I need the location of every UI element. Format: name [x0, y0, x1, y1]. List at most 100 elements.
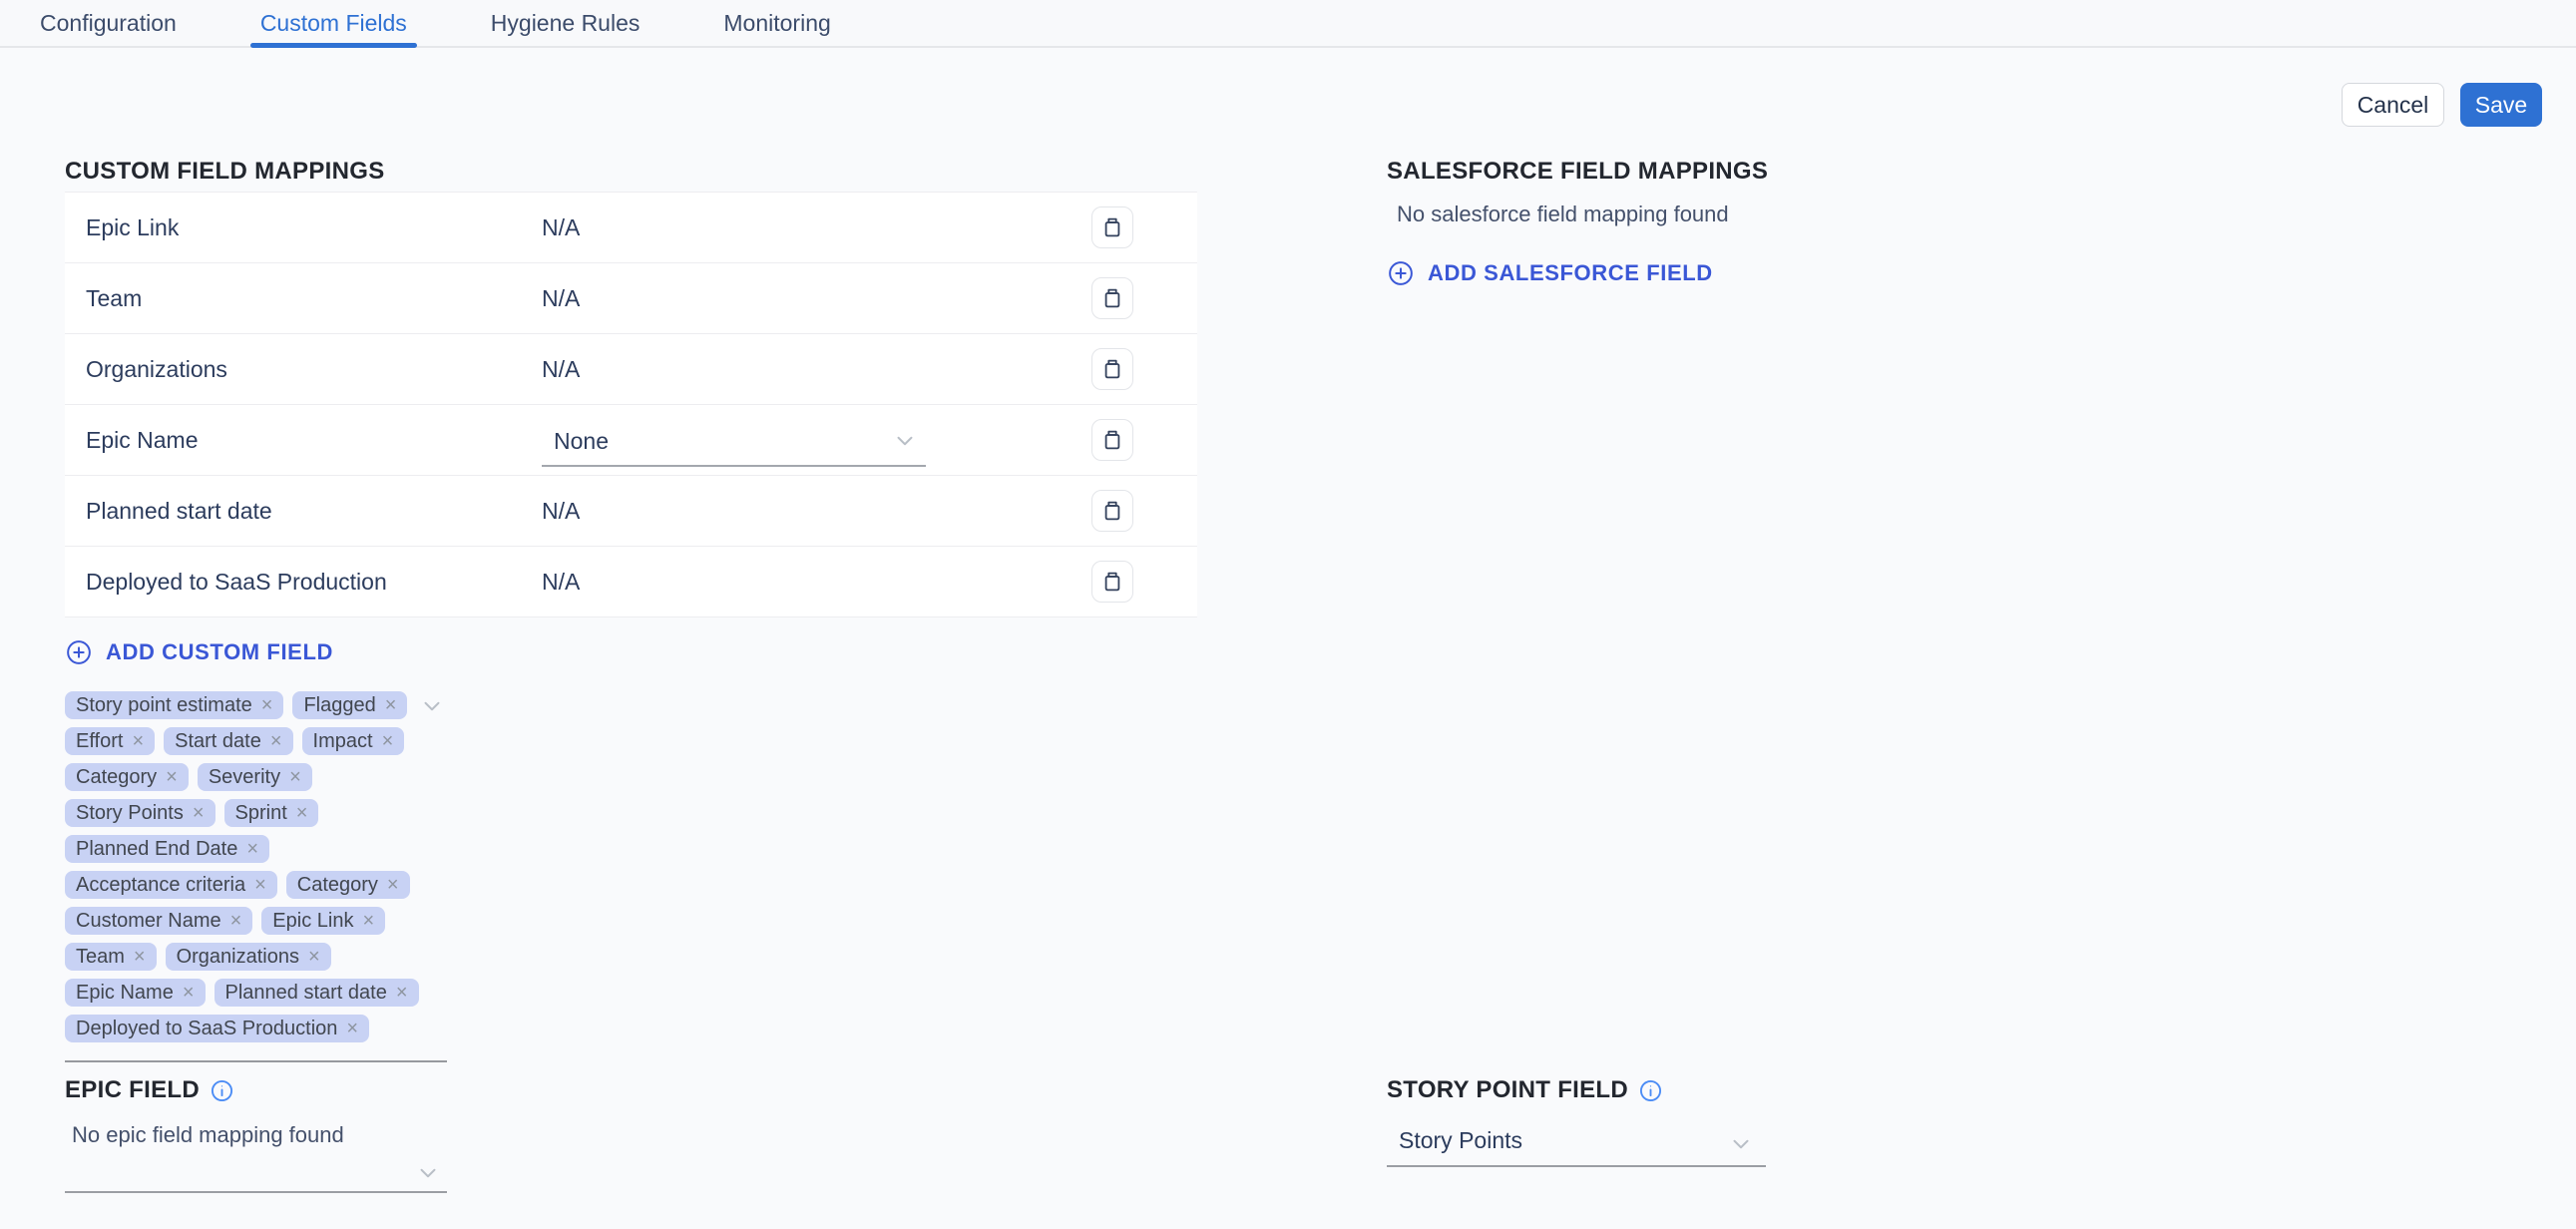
custom-field-chip[interactable]: Planned start date×: [215, 979, 419, 1007]
info-icon[interactable]: [1638, 1078, 1663, 1103]
chip-remove-icon[interactable]: ×: [385, 695, 397, 715]
custom-field-chip[interactable]: Customer Name ×: [65, 907, 252, 935]
mapping-field-label: Deployed to SaaS Production: [86, 569, 542, 596]
story-point-field-select-value: Story Points: [1399, 1127, 1766, 1154]
delete-mapping-button[interactable]: [1091, 206, 1133, 248]
custom-field-mapping-row: Epic LinkN/A: [65, 193, 1197, 263]
custom-field-chip[interactable]: Story point estimate ×: [65, 691, 283, 719]
chip-row: Customer Name×Epic Link×: [65, 907, 447, 935]
chip-remove-icon[interactable]: ×: [387, 875, 399, 895]
custom-field-mapping-row: Deployed to SaaS ProductionN/A: [65, 547, 1197, 617]
custom-field-chip[interactable]: Sprint×: [224, 799, 319, 827]
mapping-value-select[interactable]: None: [542, 417, 926, 467]
story-point-field-title: STORY POINT FIELD: [1387, 1075, 1628, 1105]
salesforce-field-mappings-title: SALESFORCE FIELD MAPPINGS: [1387, 157, 2394, 187]
delete-mapping-button[interactable]: [1091, 490, 1133, 532]
chip-remove-icon[interactable]: ×: [166, 767, 178, 787]
epic-field-title: EPIC FIELD: [65, 1075, 200, 1105]
chip-remove-icon[interactable]: ×: [270, 731, 282, 751]
custom-field-chip[interactable]: Planned End Date×: [65, 835, 269, 863]
chip-remove-icon[interactable]: ×: [261, 695, 273, 715]
trash-icon: [1100, 570, 1124, 594]
tab-monitoring[interactable]: Monitoring: [723, 0, 830, 46]
delete-mapping-button[interactable]: [1091, 348, 1133, 390]
chip-remove-icon[interactable]: ×: [193, 803, 205, 823]
mapping-value-text: N/A: [542, 569, 580, 596]
add-salesforce-field-button[interactable]: ADD SALESFORCE FIELD: [1387, 258, 1713, 288]
chip-remove-icon[interactable]: ×: [382, 731, 394, 751]
chip-label: Category: [297, 874, 378, 897]
chip-row: Epic Name× Planned start date×: [65, 979, 447, 1007]
chip-label: Team: [76, 946, 125, 969]
custom-field-chip[interactable]: Impact×: [302, 727, 405, 755]
mapping-field-label: Planned start date: [86, 498, 542, 525]
plus-circle-icon: [1387, 259, 1415, 287]
add-custom-field-button[interactable]: ADD CUSTOM FIELD: [65, 637, 333, 667]
chip-label: Story point estimate: [76, 694, 252, 717]
custom-field-chip[interactable]: Severity×: [198, 763, 312, 791]
tab-custom-fields[interactable]: Custom Fields: [260, 0, 407, 46]
chip-row: Deployed to SaaS Production×: [65, 1015, 447, 1042]
chip-remove-icon[interactable]: ×: [289, 767, 301, 787]
chip-label: Category: [76, 766, 157, 789]
story-point-field-section: STORY POINT FIELD Story Points: [1387, 1075, 1766, 1167]
custom-field-chip[interactable]: Team ×: [65, 943, 157, 971]
chip-remove-icon[interactable]: ×: [183, 983, 195, 1003]
chip-remove-icon[interactable]: ×: [134, 947, 146, 967]
custom-field-mapping-row: OrganizationsN/A: [65, 334, 1197, 405]
trash-icon: [1100, 357, 1124, 381]
action-bar: Cancel Save: [2342, 83, 2542, 127]
mapping-field-label: Team: [86, 285, 542, 312]
chip-remove-icon[interactable]: ×: [246, 839, 258, 859]
plus-circle-icon: [65, 638, 93, 666]
mapping-field-label: Organizations: [86, 356, 542, 383]
story-point-field-select[interactable]: Story Points: [1387, 1115, 1766, 1167]
cancel-button[interactable]: Cancel: [2342, 83, 2444, 127]
chip-remove-icon[interactable]: ×: [296, 803, 308, 823]
chip-label: Organizations: [177, 946, 299, 969]
custom-field-chip[interactable]: Deployed to SaaS Production×: [65, 1015, 369, 1042]
chip-label: Customer Name: [76, 910, 221, 933]
epic-field-select[interactable]: [65, 1148, 447, 1193]
custom-field-chip[interactable]: Epic Link×: [261, 907, 385, 935]
mapping-field-label: Epic Link: [86, 214, 542, 241]
mapping-select-value: None: [554, 428, 892, 455]
tab-hygiene-rules[interactable]: Hygiene Rules: [491, 0, 641, 46]
custom-field-mappings-title: CUSTOM FIELD MAPPINGS: [65, 157, 1197, 187]
custom-field-chip[interactable]: Flagged ×: [292, 691, 407, 719]
chip-row: Category×Severity×: [65, 763, 447, 791]
chip-remove-icon[interactable]: ×: [362, 911, 374, 931]
chip-remove-icon[interactable]: ×: [230, 911, 242, 931]
chip-remove-icon[interactable]: ×: [346, 1019, 358, 1038]
trash-icon: [1100, 499, 1124, 523]
salesforce-field-mappings-section: SALESFORCE FIELD MAPPINGS No salesforce …: [1387, 157, 2394, 288]
custom-field-chip[interactable]: Epic Name×: [65, 979, 206, 1007]
custom-field-chip[interactable]: Effort×: [65, 727, 155, 755]
chevron-down-icon[interactable]: [419, 693, 445, 719]
chip-remove-icon[interactable]: ×: [396, 983, 408, 1003]
custom-field-chip[interactable]: Story Points ×: [65, 799, 215, 827]
chip-label: Flagged: [303, 694, 375, 717]
save-button[interactable]: Save: [2460, 83, 2542, 127]
chip-label: Acceptance criteria: [76, 874, 245, 897]
add-salesforce-field-label: ADD SALESFORCE FIELD: [1428, 260, 1713, 286]
chip-label: Story Points: [76, 802, 184, 825]
info-icon[interactable]: [210, 1078, 234, 1103]
chip-row: Planned End Date×: [65, 835, 447, 863]
mapping-value-text: N/A: [542, 498, 580, 525]
delete-mapping-button[interactable]: [1091, 277, 1133, 319]
custom-field-chip[interactable]: Start date ×: [164, 727, 292, 755]
custom-fields-multiselect[interactable]: Story point estimate×Flagged×Effort×Star…: [65, 691, 447, 1062]
custom-field-mappings-section: CUSTOM FIELD MAPPINGS Epic LinkN/ATeamN/…: [65, 157, 1197, 1062]
custom-field-chip[interactable]: Acceptance criteria ×: [65, 871, 277, 899]
tab-configuration[interactable]: Configuration: [40, 0, 177, 46]
custom-field-chip[interactable]: Category ×: [65, 763, 189, 791]
chip-remove-icon[interactable]: ×: [308, 947, 320, 967]
delete-mapping-button[interactable]: [1091, 561, 1133, 603]
chip-label: Start date: [175, 730, 261, 753]
delete-mapping-button[interactable]: [1091, 419, 1133, 461]
chip-remove-icon[interactable]: ×: [132, 731, 144, 751]
custom-field-chip[interactable]: Category ×: [286, 871, 410, 899]
custom-field-chip[interactable]: Organizations ×: [166, 943, 331, 971]
chip-remove-icon[interactable]: ×: [254, 875, 266, 895]
